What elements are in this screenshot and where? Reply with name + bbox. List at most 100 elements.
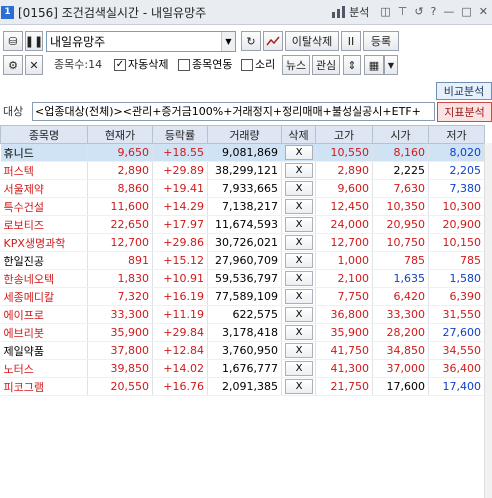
- chevron-down-icon[interactable]: ▼: [221, 32, 235, 51]
- open-cell: 1,635: [372, 269, 429, 288]
- delete-row-button[interactable]: X: [285, 199, 313, 214]
- table-body: 휴니드 9,650 +18.55 9,081,869 X 10,550 8,160 8,020…: [0, 143, 485, 396]
- stock-name-cell: 한송네오텍: [0, 269, 88, 288]
- col-header-volume[interactable]: 거래량: [207, 125, 282, 144]
- table-row[interactable]: 퍼스텍 2,890 +29.89 38,299,121 X 2,890 2,225 2,205: [0, 161, 485, 180]
- analysis-button[interactable]: 분석: [331, 4, 369, 20]
- rate-cell: +12.84: [152, 341, 208, 360]
- rate-cell: +16.19: [152, 287, 208, 306]
- low-cell: 27,600: [428, 323, 485, 342]
- close-icon[interactable]: ✕: [477, 3, 490, 21]
- open-cell: 7,630: [372, 179, 429, 198]
- link-stock-label: 종목연동: [192, 58, 233, 71]
- table-row[interactable]: 노터스 39,850 +14.02 1,676,777 X 41,300 37,000 36,…: [0, 359, 485, 378]
- col-header-high[interactable]: 고가: [315, 125, 373, 144]
- tab-indicator-analysis[interactable]: 지표분석: [437, 102, 492, 122]
- stock-name-cell: 로보티즈: [0, 215, 88, 234]
- minimize-icon[interactable]: —: [441, 3, 456, 21]
- table-row[interactable]: 특수건설 11,600 +14.29 7,138,217 X 12,450 10,350 10…: [0, 197, 485, 216]
- delete-row-button[interactable]: X: [285, 163, 313, 178]
- close-icon[interactable]: ✕: [25, 55, 43, 75]
- table-row[interactable]: 에이프로 33,300 +11.19 622,575 X 36,800 33,300 31,5…: [0, 305, 485, 324]
- table-row[interactable]: KPX생명과학 12,700 +29.86 30,726,021 X 12,700 10,7…: [0, 233, 485, 252]
- col-header-price[interactable]: 현재가: [87, 125, 153, 144]
- open-cell: 37,000: [372, 359, 429, 378]
- high-cell: 2,890: [315, 161, 373, 180]
- sound-checkbox[interactable]: 소리: [241, 55, 275, 75]
- help-button[interactable]: ?: [429, 3, 439, 21]
- delete-exited-button[interactable]: 이탈삭제: [285, 31, 339, 51]
- table-row[interactable]: 한일진공 891 +15.12 27,960,709 X 1,000 785 785: [0, 251, 485, 270]
- delete-row-button[interactable]: X: [285, 379, 313, 394]
- delete-row-button[interactable]: X: [285, 343, 313, 358]
- high-cell: 35,900: [315, 323, 373, 342]
- volume-cell: 622,575: [207, 305, 282, 324]
- chevron-down-icon[interactable]: ▼: [384, 55, 398, 75]
- open-cell: 6,420: [372, 287, 429, 306]
- delete-row-button[interactable]: X: [285, 217, 313, 232]
- table-header-row: 종목명 현재가 등락률 거래량 삭제 고가 시가 저가: [0, 125, 485, 144]
- condition-select[interactable]: 내일유망주 ▼: [46, 31, 236, 52]
- tab-compare-analysis[interactable]: 비교분석: [436, 82, 492, 100]
- low-cell: 6,390: [428, 287, 485, 306]
- refresh-icon[interactable]: ↻: [241, 31, 261, 51]
- price-cell: 35,900: [87, 323, 153, 342]
- condition-select-value: 내일유망주: [50, 35, 106, 49]
- col-header-delete[interactable]: 삭제: [281, 125, 316, 144]
- col-header-rate[interactable]: 등락률: [152, 125, 208, 144]
- volume-cell: 59,536,797: [207, 269, 282, 288]
- stock-name-cell: KPX생명과학: [0, 233, 88, 252]
- link-stock-checkbox[interactable]: 종목연동: [178, 55, 232, 75]
- results-table: 종목명 현재가 등락률 거래량 삭제 고가 시가 저가 휴니드 9,650 +18.…: [0, 125, 485, 396]
- col-header-low[interactable]: 저가: [428, 125, 485, 144]
- delete-row-button[interactable]: X: [285, 235, 313, 250]
- delete-row-button[interactable]: X: [285, 361, 313, 376]
- delete-row-button[interactable]: X: [285, 145, 313, 160]
- table-row[interactable]: 로보티즈 22,650 +17.97 11,674,593 X 24,000 20,950 2…: [0, 215, 485, 234]
- register-button[interactable]: 등록: [363, 31, 399, 51]
- table-row[interactable]: 휴니드 9,650 +18.55 9,081,869 X 10,550 8,160 8,020: [0, 143, 485, 162]
- col-header-open[interactable]: 시가: [372, 125, 429, 144]
- stock-name-cell: 제일약품: [0, 341, 88, 360]
- price-cell: 2,890: [87, 161, 153, 180]
- news-button[interactable]: 뉴스: [282, 55, 310, 75]
- rate-cell: +18.55: [152, 143, 208, 162]
- delete-cell: X: [281, 179, 316, 198]
- table-row[interactable]: 세종메디칼 7,320 +16.19 77,589,109 X 7,750 6,420 6,3…: [0, 287, 485, 306]
- delete-row-button[interactable]: X: [285, 289, 313, 304]
- interest-button[interactable]: 관심: [312, 55, 340, 75]
- toolbar-row-2: ⚙ ✕ 종목수:14 ✓ 자동삭제 종목연동 소리 뉴스 관심 ⇕ ▦ ▼: [0, 55, 492, 77]
- col-header-name[interactable]: 종목명: [0, 125, 88, 144]
- stock-name-cell: 에이프로: [0, 305, 88, 324]
- auto-delete-checkbox[interactable]: ✓ 자동삭제: [114, 55, 168, 75]
- column-settings-icon[interactable]: ▦: [364, 55, 384, 75]
- delete-row-button[interactable]: X: [285, 307, 313, 322]
- pause-icon[interactable]: ❚❚: [25, 31, 43, 51]
- delete-row-button[interactable]: X: [285, 271, 313, 286]
- delete-cell: X: [281, 287, 316, 306]
- pause-button[interactable]: II: [341, 31, 361, 51]
- link-window-icon[interactable]: ◫: [378, 3, 392, 21]
- vertical-scrollbar[interactable]: [484, 143, 492, 498]
- table-row[interactable]: 피코그램 20,550 +16.76 2,091,385 X 21,750 17,600 17…: [0, 377, 485, 396]
- pin-icon[interactable]: ⊤: [396, 3, 410, 21]
- high-cell: 21,750: [315, 377, 373, 396]
- chart-line-icon[interactable]: [263, 31, 283, 51]
- high-cell: 41,300: [315, 359, 373, 378]
- delete-row-button[interactable]: X: [285, 181, 313, 196]
- delete-row-button[interactable]: X: [285, 325, 313, 340]
- delete-row-button[interactable]: X: [285, 253, 313, 268]
- table-row[interactable]: 에브리봇 35,900 +29.84 3,178,418 X 35,900 28,200 27…: [0, 323, 485, 342]
- maximize-icon[interactable]: □: [459, 3, 473, 21]
- condition-search-icon[interactable]: ⛁: [3, 31, 23, 51]
- low-cell: 10,150: [428, 233, 485, 252]
- sort-icon[interactable]: ⇕: [343, 55, 361, 75]
- target-label: 대상: [3, 105, 24, 118]
- restore-icon[interactable]: ↺: [412, 3, 425, 21]
- target-condition-field[interactable]: <업종대상(전체)><관리+증거금100%+거래정지+정리매매+불성실공시+ET…: [32, 102, 435, 121]
- table-row[interactable]: 서울제약 8,860 +19.41 7,933,665 X 9,600 7,630 7,380: [0, 179, 485, 198]
- table-row[interactable]: 제일약품 37,800 +12.84 3,760,950 X 41,750 34,850 34…: [0, 341, 485, 360]
- table-row[interactable]: 한송네오텍 1,830 +10.91 59,536,797 X 2,100 1,635 1,5…: [0, 269, 485, 288]
- gear-icon[interactable]: ⚙: [3, 55, 23, 75]
- volume-cell: 38,299,121: [207, 161, 282, 180]
